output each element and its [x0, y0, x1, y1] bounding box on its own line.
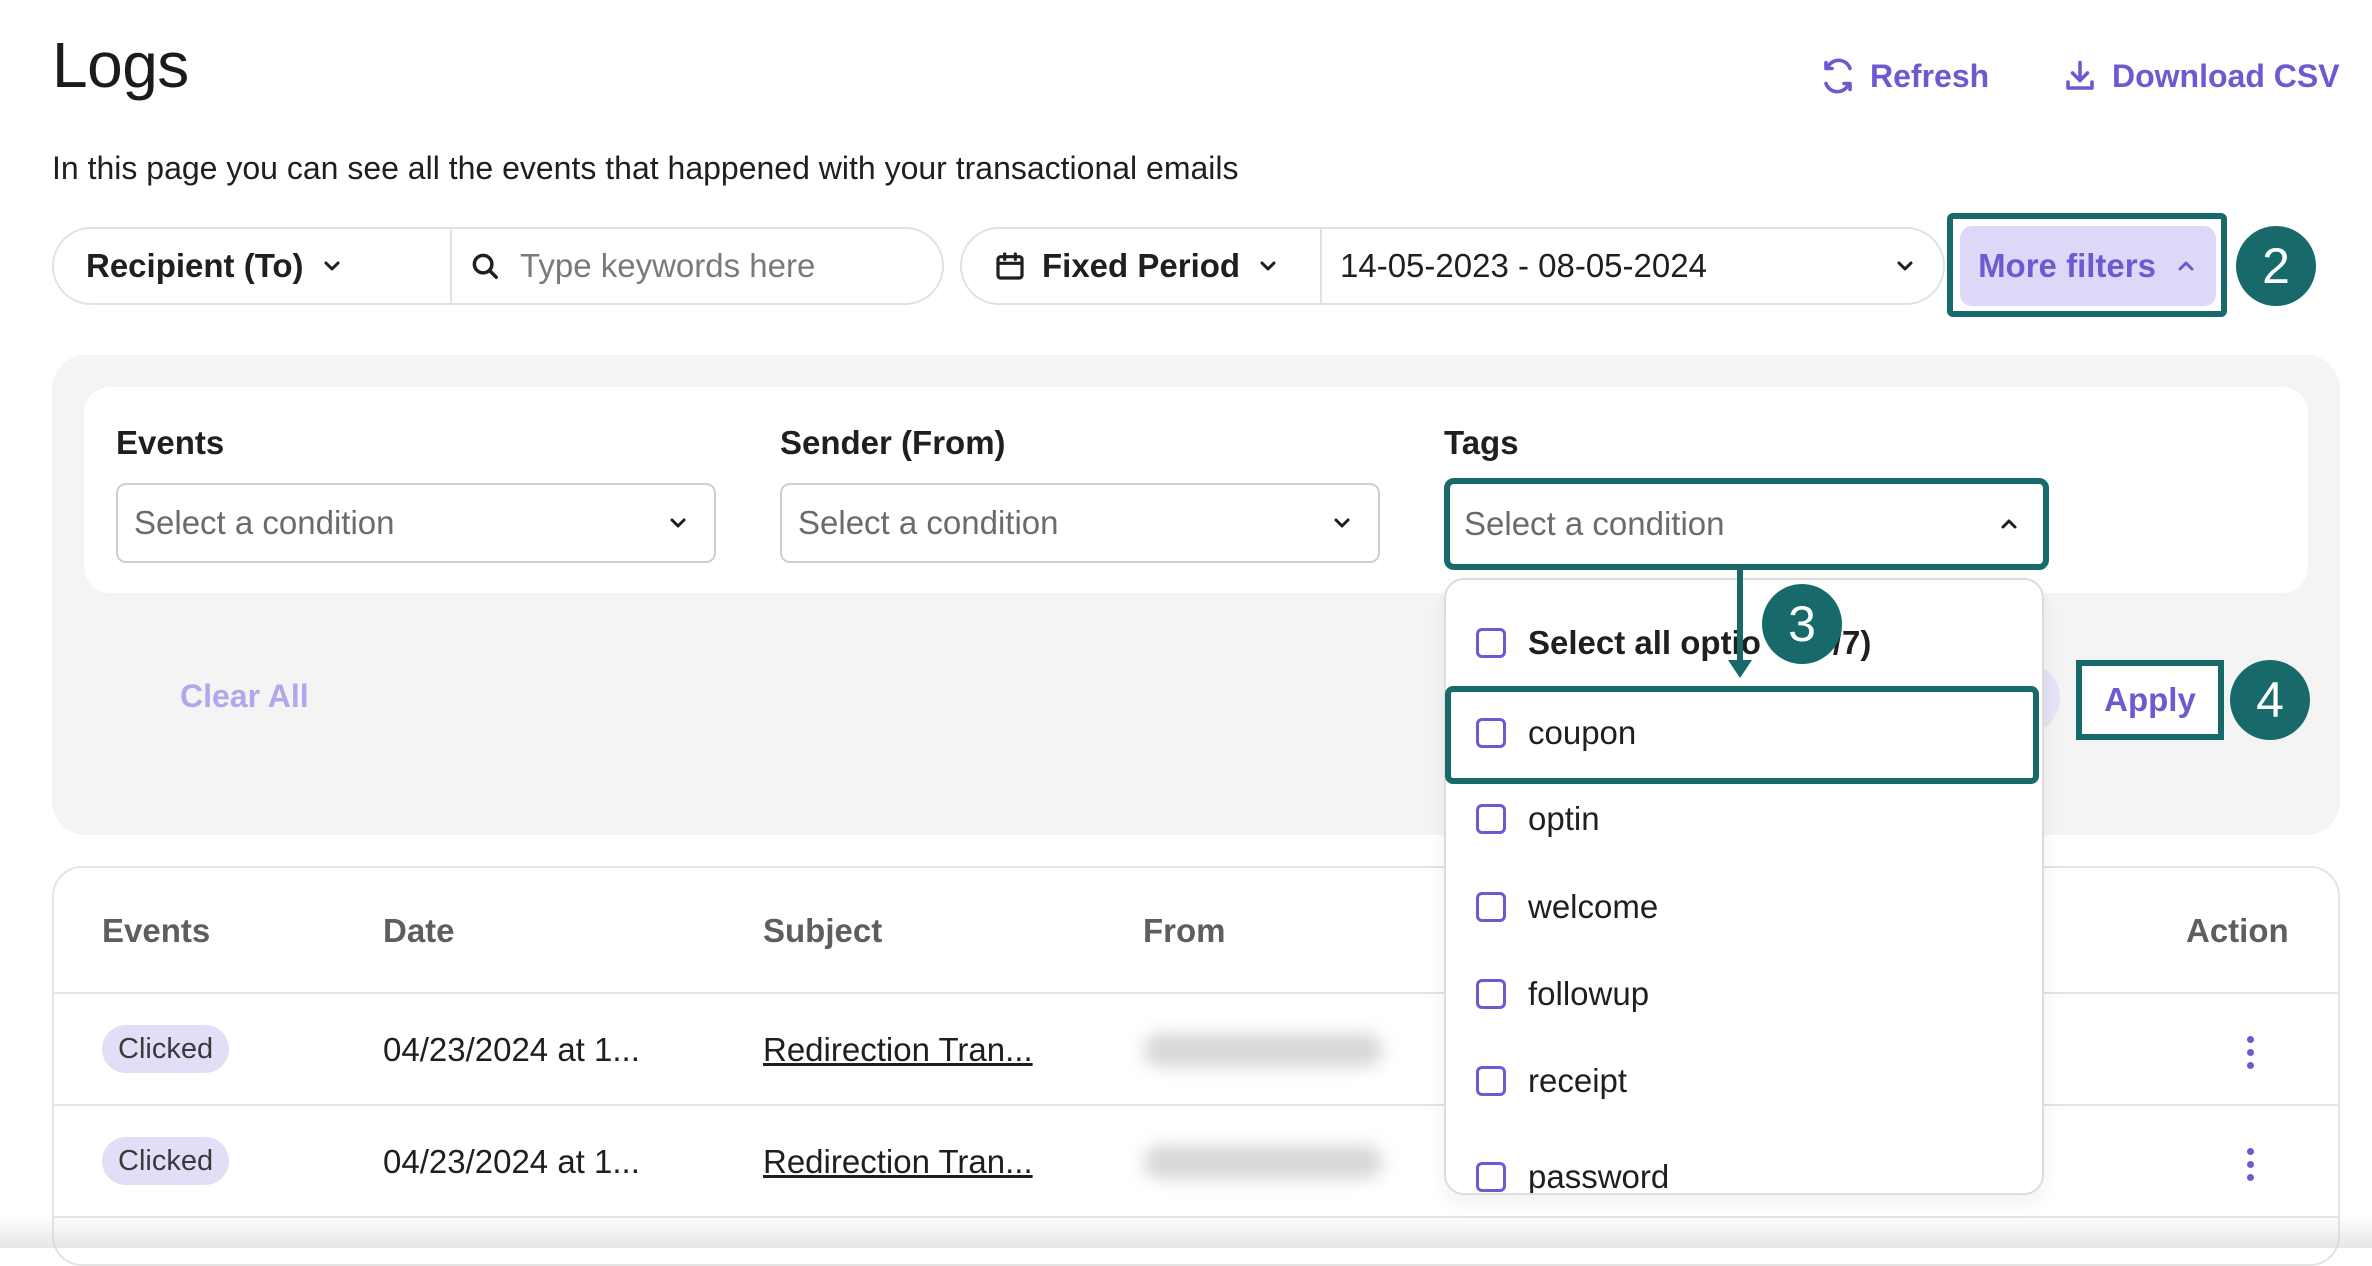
tag-option-label: receipt — [1528, 1062, 1628, 1099]
step-badge-4: 4 — [2230, 660, 2310, 740]
tag-option-label: welcome — [1528, 888, 1659, 925]
checkbox[interactable] — [1476, 1066, 1506, 1096]
step-badge-3: 3 — [1762, 584, 1842, 664]
highlight-tags-select — [1444, 478, 2049, 570]
period-select[interactable]: Fixed Period — [960, 227, 1322, 305]
period-label: Fixed Period — [1042, 247, 1241, 284]
checkbox[interactable] — [1476, 804, 1506, 834]
row-from-blurred — [1143, 1033, 1383, 1067]
events-filter-label: Events — [116, 424, 225, 461]
tag-option-label: followup — [1528, 975, 1650, 1012]
page-subtitle: In this page you can see all the events … — [52, 150, 1239, 186]
tags-filter-label: Tags — [1444, 424, 1519, 461]
row-actions-kebab-icon[interactable] — [2245, 1036, 2255, 1069]
sender-filter-label: Sender (From) — [780, 424, 1006, 461]
step-badge-2: 2 — [2236, 226, 2316, 306]
calendar-icon — [996, 252, 1024, 280]
highlight-more-filters — [1947, 213, 2227, 317]
sender-select-placeholder: Select a condition — [798, 504, 1059, 541]
chevron-down-icon — [1334, 518, 1350, 528]
col-header-date: Date — [383, 912, 455, 949]
tag-option-followup[interactable]: followup — [1476, 975, 1649, 1013]
search-placeholder: Type keywords here — [520, 247, 816, 284]
tag-option-welcome[interactable]: welcome — [1476, 888, 1658, 926]
highlight-apply — [2076, 660, 2224, 740]
events-select-placeholder: Select a condition — [134, 504, 395, 541]
chevron-down-icon — [670, 518, 686, 528]
row-from-blurred — [1143, 1145, 1383, 1179]
tag-option-receipt[interactable]: receipt — [1476, 1062, 1627, 1100]
checkbox[interactable] — [1476, 628, 1506, 658]
col-header-subject: Subject — [763, 912, 883, 949]
checkbox[interactable] — [1476, 892, 1506, 922]
tag-option-password[interactable]: password — [1476, 1158, 1670, 1195]
clear-all-button[interactable]: Clear All — [180, 678, 309, 715]
download-csv-label: Download CSV — [2112, 57, 2340, 94]
recipient-select[interactable]: Recipient (To) — [52, 227, 452, 305]
highlight-coupon-option — [1445, 686, 2039, 784]
annotation-arrow-icon — [1728, 566, 1752, 678]
col-header-from: From — [1143, 912, 1226, 949]
row-date: 04/23/2024 at 1... — [383, 1031, 640, 1068]
checkbox[interactable] — [1476, 1162, 1506, 1192]
recipient-label: Recipient (To) — [86, 247, 304, 284]
search-icon — [472, 253, 498, 279]
bottom-fade — [0, 1216, 2372, 1248]
date-range-value: 14-05-2023 - 08-05-2024 — [1340, 247, 1707, 284]
refresh-button[interactable]: Refresh — [1820, 54, 1989, 98]
tag-option-label: password — [1528, 1158, 1670, 1195]
row-actions-kebab-icon[interactable] — [2245, 1148, 2255, 1181]
download-icon — [2066, 60, 2094, 90]
sender-select[interactable]: Select a condition — [780, 483, 1380, 563]
tag-option-label: optin — [1528, 800, 1600, 837]
row-subject-link[interactable]: Redirection Tran... — [763, 1031, 1033, 1069]
search-input[interactable]: Type keywords here — [450, 227, 944, 305]
refresh-label: Refresh — [1870, 57, 1990, 94]
events-select[interactable]: Select a condition — [116, 483, 716, 563]
chevron-down-icon — [1260, 261, 1276, 271]
chevron-down-icon — [1897, 261, 1913, 271]
page-title: Logs — [52, 29, 189, 101]
row-date: 04/23/2024 at 1... — [383, 1143, 640, 1180]
col-header-action: Action — [2186, 912, 2289, 949]
row-subject-link[interactable]: Redirection Tran... — [763, 1143, 1033, 1181]
col-header-events: Events — [102, 912, 211, 949]
chevron-down-icon — [324, 261, 340, 271]
event-badge-clicked: Clicked — [102, 1137, 230, 1185]
date-range-select[interactable]: 14-05-2023 - 08-05-2024 — [1320, 227, 1945, 305]
checkbox[interactable] — [1476, 979, 1506, 1009]
download-csv-button[interactable]: Download CSV — [2062, 54, 2340, 98]
event-badge-clicked: Clicked — [102, 1025, 230, 1073]
tag-option-optin[interactable]: optin — [1476, 800, 1600, 838]
refresh-icon — [1824, 58, 1852, 94]
